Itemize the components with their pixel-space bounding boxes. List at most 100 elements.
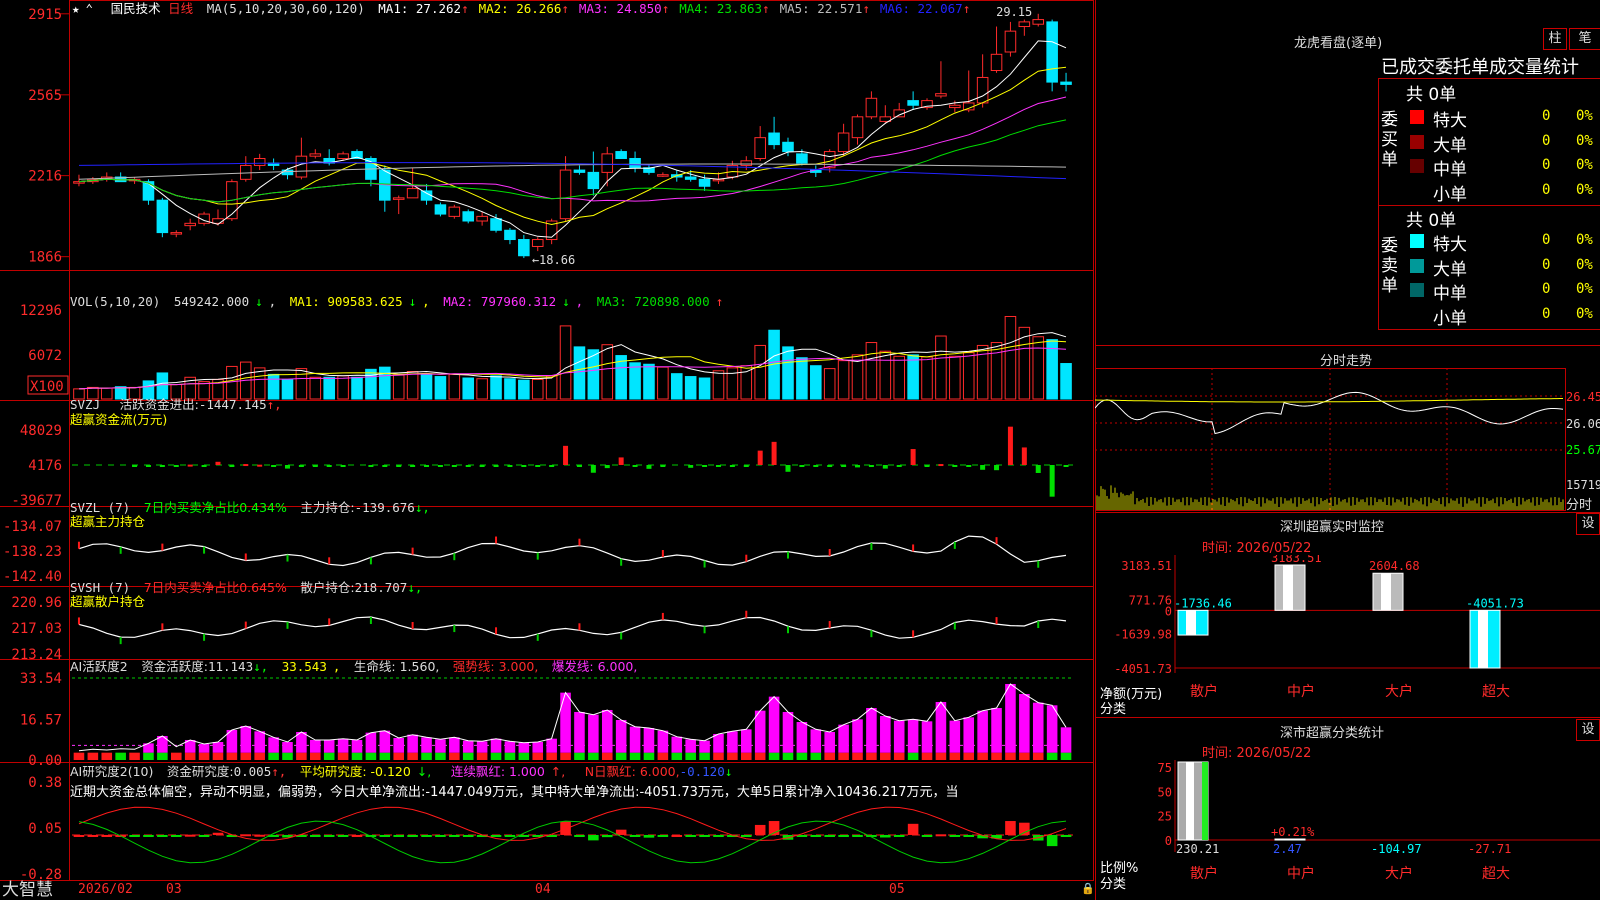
ai-active-base-bar xyxy=(852,753,863,760)
order-row-name: 特大 xyxy=(1433,230,1467,255)
order-row-percent: 0% xyxy=(1576,108,1593,124)
volume-bar xyxy=(352,377,363,399)
svzj-bar xyxy=(827,465,832,467)
svzj-label: SVZJ xyxy=(70,397,100,412)
ma-value-6: MA6: 22.067↑ xyxy=(880,1,976,16)
volume-bar xyxy=(338,376,349,399)
svzj-bar xyxy=(855,465,860,467)
ai-active-bar xyxy=(1033,703,1044,753)
ma-value-4: MA4: 23.863↑ xyxy=(679,1,775,16)
vol-ma1: MA1: 909583.625 ↓, xyxy=(290,294,430,309)
svzj-bar xyxy=(785,465,790,472)
arrow-down-icon: ↓, xyxy=(415,500,430,515)
volume-bar xyxy=(310,377,321,399)
ai-active-base-bar xyxy=(866,753,877,760)
star-icon[interactable]: ★ xyxy=(72,1,80,16)
ai-active-bar xyxy=(644,728,655,753)
pen-mode-button[interactable]: 笔 xyxy=(1569,28,1600,50)
svzj-bar xyxy=(911,449,916,465)
svsh-y-tick: 220.96 xyxy=(11,595,62,611)
intraday-chart[interactable] xyxy=(1095,368,1600,513)
bar-mode-button[interactable]: 柱 xyxy=(1543,28,1567,50)
sz-monitor-value-label: -4051.73 xyxy=(1466,596,1524,610)
ai-research-label: AI研究度2(10) xyxy=(70,764,153,779)
ai-active-value: 11.143 xyxy=(208,659,253,674)
ai-active-bar xyxy=(282,742,293,753)
candle-body xyxy=(699,179,710,186)
ai-active-bar xyxy=(602,710,613,753)
order-row-name: 特大 xyxy=(1433,106,1467,131)
sz-monitor-y-tick: 0 xyxy=(1165,604,1172,618)
candle-body xyxy=(936,94,947,96)
candle-body xyxy=(491,219,502,231)
svzj-bar xyxy=(188,465,193,467)
arrow-down-icon: ↓ xyxy=(409,294,417,309)
ai-research-name: 资金研究度: xyxy=(167,764,234,779)
svzl-name: 主力持仓: xyxy=(300,500,354,515)
ai-active-bar xyxy=(435,739,446,752)
ai-active-base-bar xyxy=(129,753,140,760)
ai-active-bar xyxy=(449,737,460,752)
kline-y-tick: 1866 xyxy=(28,250,62,266)
volume-bar xyxy=(1005,316,1016,399)
order-color-swatch xyxy=(1410,259,1424,273)
ai-research-bar xyxy=(1061,835,1072,837)
ai-active-base-bar xyxy=(241,753,252,760)
ai-research-bar xyxy=(811,835,822,837)
ai-research-value: 0.005 xyxy=(234,764,272,779)
arrow-up-icon: ↑, xyxy=(267,397,282,412)
svzj-bar xyxy=(313,465,318,467)
svsh-line xyxy=(79,617,1066,638)
sz-class-settings-button[interactable]: 设 xyxy=(1576,719,1600,741)
ai-active-y-tick: 16.57 xyxy=(20,712,62,728)
volume-bar xyxy=(644,364,655,399)
volume-bar xyxy=(797,358,808,399)
order-tabs[interactable]: 已成交委托单成交量统计 xyxy=(1381,53,1579,79)
lock-icon[interactable]: 🔒 xyxy=(1081,882,1095,895)
kline-header: ★ ⌃ 国民技术 日线 MA(5,10,20,30,60,120) MA1: 27… xyxy=(72,1,986,17)
ai-research-bar xyxy=(658,835,669,837)
ai-active-bar xyxy=(1019,694,1030,753)
svsh-desc: 7日内买卖净占比0.645% xyxy=(144,580,287,595)
ai-research-bar xyxy=(74,835,85,837)
order-row-value: 0 xyxy=(1542,133,1550,149)
intraday-box xyxy=(1095,345,1600,346)
candle-body xyxy=(338,154,349,159)
volume-bar xyxy=(435,377,446,399)
ai-research-y-tick: 0.05 xyxy=(28,821,62,837)
sz-monitor-settings-button[interactable]: 设 xyxy=(1576,513,1600,535)
svzj-bar xyxy=(257,465,262,467)
svzj-bar xyxy=(925,465,930,467)
ai-active-bar xyxy=(977,711,988,753)
ai-active-base-bar xyxy=(894,753,905,760)
svzj-bar xyxy=(438,465,443,467)
lhb-title: 龙虎看盘(逐单) xyxy=(1294,32,1382,51)
sz-class-value-label: 230.21 xyxy=(1176,842,1219,856)
sz-monitor-value-label: 2604.68 xyxy=(1369,559,1420,573)
ai-active-bar xyxy=(824,732,835,753)
period-label[interactable]: 日线 xyxy=(168,1,193,16)
ai-active-base-bar xyxy=(421,753,432,760)
ai-active-header: AI活跃度2 资金活跃度:11.143↓, 33.543, 生命线: 1.560… xyxy=(70,659,643,675)
ai-active-bar xyxy=(546,739,557,753)
sz-class-chart: 7550250+0.21%230.21 2.47 -104.97 -27.71散户 中户… xyxy=(1095,760,1600,900)
order-color-swatch xyxy=(1410,234,1424,248)
ai-research-bar xyxy=(880,835,891,838)
chevron-icon[interactable]: ⌃ xyxy=(86,1,94,16)
volume-bar xyxy=(824,369,835,399)
order-row-name: 中单 xyxy=(1433,155,1467,180)
candle-body xyxy=(143,182,154,201)
volume-bar xyxy=(560,326,571,399)
candle-body xyxy=(783,142,794,151)
svzj-bar xyxy=(966,465,971,467)
sz-monitor-bar-shine xyxy=(1283,565,1293,610)
ai-active-base-bar xyxy=(936,753,947,760)
ai-active-base-bar xyxy=(560,753,571,760)
candle-body xyxy=(1047,22,1058,82)
ai-active-base-bar xyxy=(366,753,377,760)
svzl-value: -139.676 xyxy=(355,500,415,515)
ai-research-bar xyxy=(602,835,613,837)
svsh-y-tick: 213.24 xyxy=(11,647,62,663)
ai-active-base-bar xyxy=(658,753,669,760)
sz-class-value-label: -104.97 xyxy=(1371,842,1422,856)
